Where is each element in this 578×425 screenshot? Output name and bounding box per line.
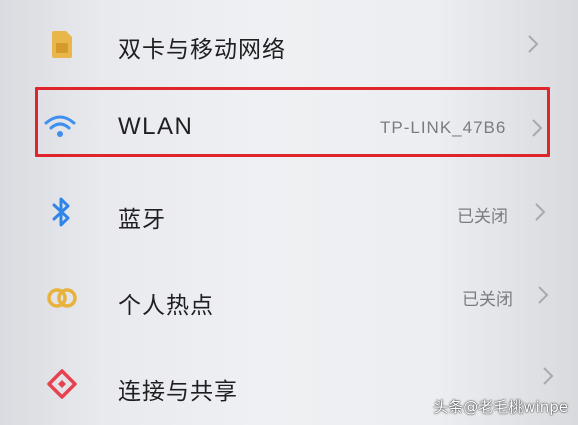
hotspot-status: 已关闭 xyxy=(462,290,513,310)
hotspot-icon xyxy=(44,280,80,316)
bluetooth-status: 已关闭 xyxy=(457,207,508,227)
wlan-highlight-box xyxy=(35,87,550,157)
chevron-right-icon xyxy=(537,285,549,305)
sim-card-icon xyxy=(44,26,80,62)
settings-item-hotspot[interactable]: 个人热点 已关闭 xyxy=(0,254,578,338)
settings-item-label: 蓝牙 xyxy=(118,207,166,233)
chevron-right-icon xyxy=(542,366,554,386)
watermark: 头条@老毛桃winpe xyxy=(433,398,568,416)
chevron-right-icon xyxy=(527,34,539,54)
settings-item-dual-sim[interactable]: 双卡与移动网络 xyxy=(0,2,578,86)
bluetooth-icon xyxy=(44,194,80,230)
settings-item-label: 个人热点 xyxy=(118,293,214,319)
settings-item-label: 双卡与移动网络 xyxy=(118,37,286,63)
connection-share-icon xyxy=(44,368,80,404)
settings-list: 双卡与移动网络 WLAN TP-LINK_47B6 蓝牙 已关闭 个人热点 已关… xyxy=(0,0,578,425)
settings-item-bluetooth[interactable]: 蓝牙 已关闭 xyxy=(0,170,578,254)
settings-item-label: 连接与共享 xyxy=(118,379,238,405)
chevron-right-icon xyxy=(534,202,546,222)
